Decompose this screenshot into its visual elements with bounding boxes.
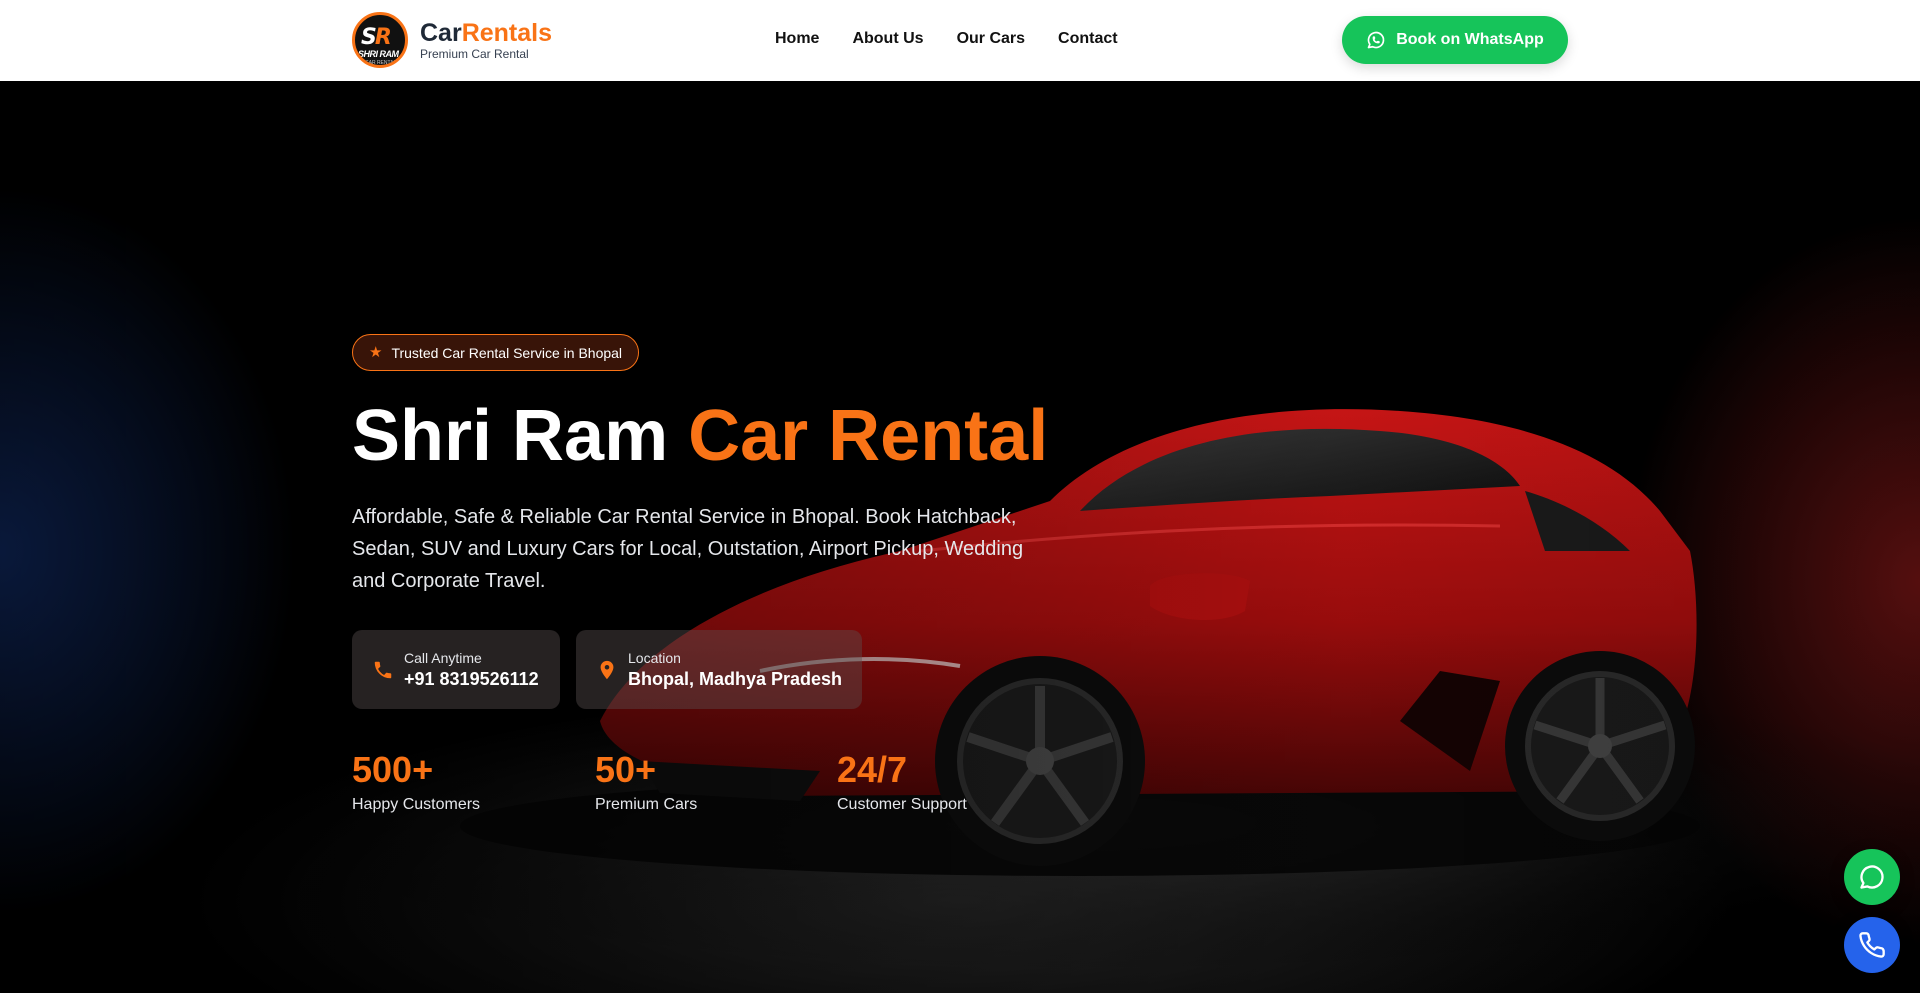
stat-customer-support: 24/7 Customer Support xyxy=(837,748,967,816)
floating-call-button[interactable] xyxy=(1844,917,1900,973)
hero-section: ★ Trusted Car Rental Service in Bhopal S… xyxy=(0,81,1920,993)
trusted-badge: ★ Trusted Car Rental Service in Bhopal xyxy=(352,334,640,371)
whatsapp-icon xyxy=(1367,31,1385,49)
star-icon: ★ xyxy=(369,344,383,361)
call-number: +91 8319526112 xyxy=(404,668,539,689)
brand-logo[interactable]: SR SHRI RAM CAR RENTAL CarRentals Premiu… xyxy=(352,12,552,68)
call-label: Call Anytime xyxy=(404,649,482,666)
floating-whatsapp-button[interactable] xyxy=(1844,849,1900,905)
stat-label: Happy Customers xyxy=(352,796,481,813)
stat-happy-customers: 500+ Happy Customers xyxy=(352,748,480,816)
logo-text: CarRentals Premium Car Rental xyxy=(420,19,552,61)
phone-icon xyxy=(374,661,392,678)
stat-value: 24/7 xyxy=(837,749,908,790)
location-value: Bhopal, Madhya Pradesh xyxy=(628,668,843,689)
stat-premium-cars: 50+ Premium Cars xyxy=(595,748,697,816)
stat-label: Customer Support xyxy=(837,796,967,813)
top-navbar: SR SHRI RAM CAR RENTAL CarRentals Premiu… xyxy=(0,0,1920,81)
nav-contact[interactable]: Contact xyxy=(1058,30,1118,48)
phone-icon xyxy=(1859,932,1885,958)
hero-description: Affordable, Safe & Reliable Car Rental S… xyxy=(352,506,1024,592)
hero-title: Shri Ram Car Rental xyxy=(352,396,1049,476)
nav-home[interactable]: Home xyxy=(775,30,819,48)
location-card: Location Bhopal, Madhya Pradesh xyxy=(576,630,862,709)
stat-label: Premium Cars xyxy=(595,796,698,813)
stat-value: 500+ xyxy=(352,749,434,790)
book-on-whatsapp-button[interactable]: Book on WhatsApp xyxy=(1342,16,1568,64)
nav-our-cars[interactable]: Our Cars xyxy=(957,30,1025,48)
stat-value: 50+ xyxy=(595,749,657,790)
hero-content: ★ Trusted Car Rental Service in Bhopal S… xyxy=(352,81,1152,993)
logo-initials: SR xyxy=(361,25,392,50)
nav-about-us[interactable]: About Us xyxy=(852,30,923,48)
logo-badge-text: SHRI RAM xyxy=(358,49,399,59)
location-label: Location xyxy=(628,649,681,666)
book-on-whatsapp-label: Book on WhatsApp xyxy=(1396,31,1544,48)
main-menu: Home About Us Our Cars Contact xyxy=(775,30,1118,48)
trusted-badge-text: Trusted Car Rental Service in Bhopal xyxy=(391,344,623,361)
location-pin-icon xyxy=(600,660,614,679)
logo-badge-small: CAR RENTAL xyxy=(365,60,397,66)
logo-badge: SR SHRI RAM CAR RENTAL xyxy=(352,12,408,68)
call-card[interactable]: Call Anytime +91 8319526112 xyxy=(352,630,560,709)
whatsapp-icon xyxy=(1860,865,1884,889)
brand-title: CarRentals xyxy=(420,19,552,47)
brand-subtitle: Premium Car Rental xyxy=(420,47,529,61)
